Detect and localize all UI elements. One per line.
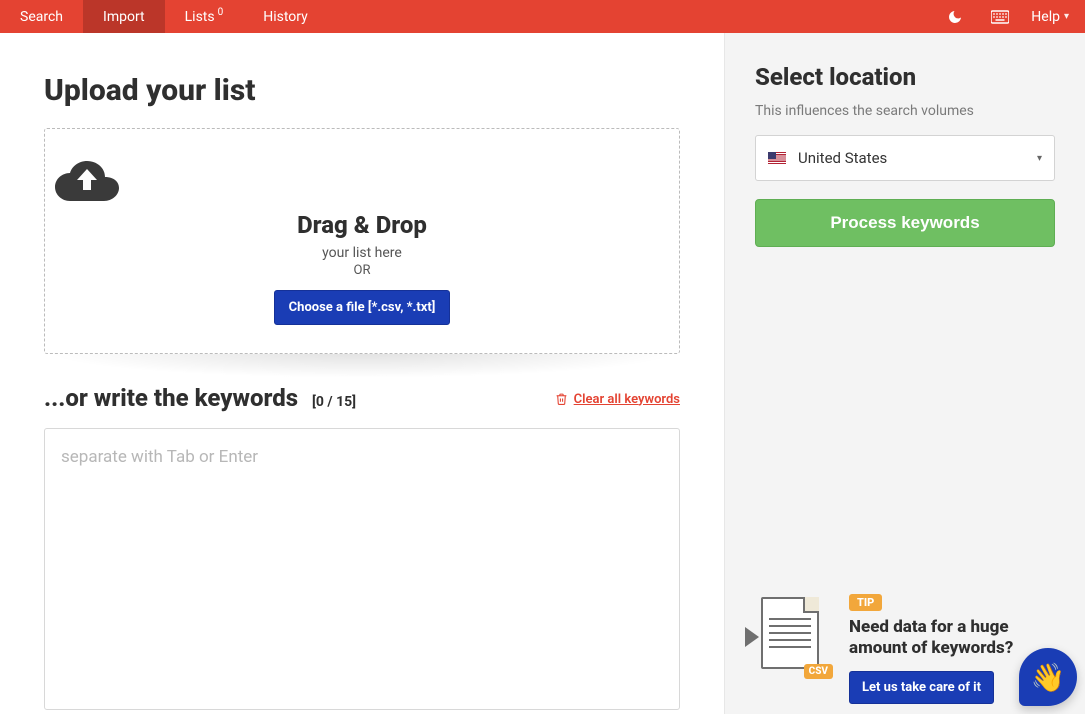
nav-left: Search Import Lists 0 History (0, 0, 328, 33)
clear-keywords[interactable]: Clear all keywords (555, 392, 680, 407)
nav-item-search[interactable]: Search (0, 0, 83, 33)
chat-widget-button[interactable]: 👋 (1019, 648, 1077, 706)
moon-icon (947, 9, 963, 25)
nav-item-history[interactable]: History (243, 0, 328, 33)
lists-count-badge: 0 (218, 7, 224, 18)
keyword-counter: [0 / 15] (312, 394, 356, 410)
tip-cta-button[interactable]: Let us take care of it (849, 671, 994, 704)
dropzone-subtitle: your list here (55, 245, 669, 261)
nav-help-label: Help (1031, 9, 1060, 25)
choose-file-button[interactable]: Choose a file [*.csv, *.txt] (274, 290, 451, 325)
nav-right: Help ▾ (933, 0, 1085, 33)
choose-file-label: Choose a file [*.csv, *.txt] (289, 300, 436, 315)
sidebar: Select location This influences the sear… (724, 33, 1085, 714)
location-select[interactable]: United States ▾ (755, 135, 1055, 181)
us-flag-icon (768, 152, 786, 164)
location-heading: Select location (755, 63, 1055, 91)
main-panel: Upload your list Drag & Drop your list h… (0, 33, 724, 714)
nav-label: Search (20, 9, 63, 25)
chevron-down-icon: ▾ (1064, 11, 1069, 22)
upload-heading: Upload your list (44, 73, 680, 108)
wave-hand-icon: 👋 (1031, 661, 1066, 694)
keyboard-icon (991, 10, 1009, 24)
location-selected-value: United States (798, 149, 887, 167)
write-heading: ...or write the keywords (44, 384, 298, 412)
tip-card: CSV TIP Need data for a huge amount of k… (745, 591, 1065, 705)
dark-mode-toggle[interactable] (933, 9, 977, 25)
keywords-textarea[interactable] (44, 428, 680, 710)
nav-label: Import (103, 9, 145, 25)
top-nav: Search Import Lists 0 History Help ▾ (0, 0, 1085, 33)
file-dropzone[interactable]: Drag & Drop your list here OR Choose a f… (44, 128, 680, 354)
dropzone-title: Drag & Drop (55, 211, 669, 239)
nav-item-import[interactable]: Import (83, 0, 165, 33)
decorative-shadow (44, 354, 680, 378)
tip-badge: TIP (849, 594, 882, 611)
chevron-down-icon: ▾ (1037, 153, 1042, 164)
upload-cloud-icon (55, 157, 669, 203)
csv-illustration: CSV (745, 591, 835, 681)
csv-badge: CSV (804, 664, 833, 679)
trash-icon (555, 392, 568, 406)
dropzone-or: OR (55, 263, 669, 278)
nav-label: History (263, 9, 308, 25)
nav-help[interactable]: Help ▾ (1023, 9, 1085, 25)
process-button-label: Process keywords (830, 213, 979, 232)
tip-cta-label: Let us take care of it (862, 680, 981, 695)
write-keywords-header: ...or write the keywords [0 / 15] Clear … (44, 384, 680, 412)
nav-item-lists[interactable]: Lists 0 (165, 0, 244, 33)
process-keywords-button[interactable]: Process keywords (755, 199, 1055, 247)
nav-label: Lists (185, 9, 215, 25)
location-subtitle: This influences the search volumes (755, 103, 1055, 119)
keyboard-toggle[interactable] (977, 10, 1023, 24)
clear-keywords-label: Clear all keywords (574, 392, 680, 407)
